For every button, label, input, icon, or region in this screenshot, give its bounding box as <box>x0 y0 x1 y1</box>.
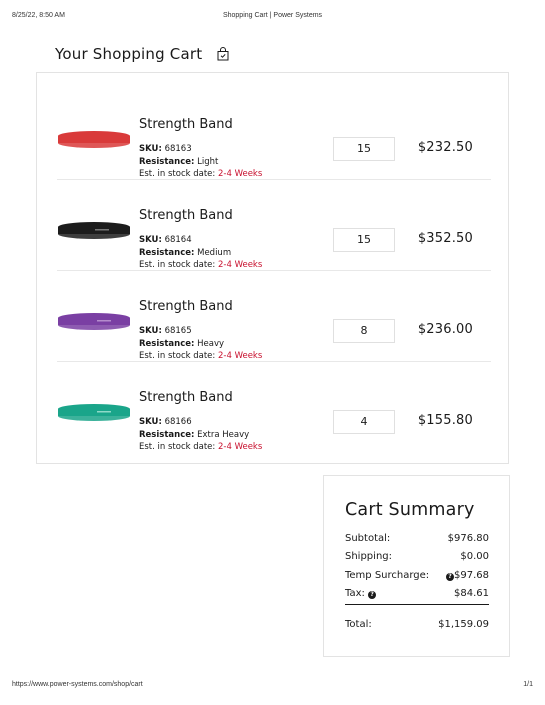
shipping-value: $0.00 <box>460 551 489 562</box>
item-name[interactable]: Strength Band <box>139 390 262 406</box>
item-info: Strength Band SKU: 68166 Resistance: Ext… <box>139 390 262 454</box>
subtotal-value: $976.80 <box>447 533 489 544</box>
item-resistance: Resistance: Extra Heavy <box>139 429 250 440</box>
item-price: $155.80 <box>417 413 473 428</box>
item-sku: SKU: 68165 <box>139 326 192 336</box>
print-footer: https://www.power-systems.com/shop/cart … <box>12 681 533 693</box>
cart-items-panel: Strength Band SKU: 68163 Resistance: Lig… <box>36 72 509 464</box>
summary-total-row: Total: $1,159.09 <box>345 619 489 633</box>
tax-value: $84.61 <box>454 588 489 599</box>
item-info: Strength Band SKU: 68165 Resistance: Hea… <box>139 299 262 363</box>
cart-check-icon <box>216 47 230 61</box>
item-info: Strength Band SKU: 68164 Resistance: Med… <box>139 208 262 272</box>
total-value: $1,159.09 <box>438 619 489 630</box>
cart-item: Strength Band SKU: 68163 Resistance: Lig… <box>57 89 491 180</box>
strength-band-image <box>58 404 130 421</box>
surcharge-value-wrap: ? $97.68 <box>446 570 489 581</box>
subtotal-label: Subtotal: <box>345 533 391 544</box>
item-sku: SKU: 68163 <box>139 144 192 154</box>
question-circle-icon[interactable]: ? <box>368 591 377 599</box>
item-price: $232.50 <box>417 140 473 155</box>
quantity-input[interactable]: 4 <box>333 410 395 434</box>
print-header: 8/25/22, 8:50 AM Shopping Cart | Power S… <box>12 12 533 24</box>
item-stock-date: Est. in stock date: 2-4 Weeks <box>139 169 263 179</box>
summary-tax-row: Tax: ? $84.61 <box>345 588 489 602</box>
item-price: $352.50 <box>417 231 473 246</box>
item-sku: SKU: 68164 <box>139 235 192 245</box>
item-price: $236.00 <box>417 322 473 337</box>
cart-item: Strength Band SKU: 68166 Resistance: Ext… <box>57 362 491 452</box>
item-resistance: Resistance: Light <box>139 156 219 167</box>
shipping-label: Shipping: <box>345 551 392 562</box>
item-resistance: Resistance: Heavy <box>139 338 224 349</box>
surcharge-label: Temp Surcharge: <box>345 570 430 581</box>
item-sku: SKU: 68166 <box>139 417 192 427</box>
cart-item: Strength Band SKU: 68164 Resistance: Med… <box>57 180 491 271</box>
summary-surcharge-row: Temp Surcharge: ? $97.68 <box>345 570 489 584</box>
strength-band-image <box>58 131 130 148</box>
item-name[interactable]: Strength Band <box>139 117 262 133</box>
print-page-title: Shopping Cart | Power Systems <box>222 12 323 19</box>
summary-title: Cart Summary <box>345 500 475 520</box>
item-name[interactable]: Strength Band <box>139 208 262 224</box>
quantity-input[interactable]: 8 <box>333 319 395 343</box>
tax-label: Tax: <box>345 588 365 599</box>
quantity-input[interactable]: 15 <box>333 228 395 252</box>
summary-divider <box>345 604 489 605</box>
item-resistance: Resistance: Medium <box>139 247 232 258</box>
summary-subtotal-row: Subtotal: $976.80 <box>345 533 489 547</box>
surcharge-value: $97.68 <box>454 570 489 581</box>
page-title: Your Shopping Cart <box>55 45 230 63</box>
print-page-count: 1/1 <box>523 681 533 688</box>
page-title-text: Your Shopping Cart <box>55 45 203 63</box>
item-info: Strength Band SKU: 68163 Resistance: Lig… <box>139 117 262 181</box>
strength-band-image <box>58 313 130 330</box>
item-name[interactable]: Strength Band <box>139 299 262 315</box>
cart-item: Strength Band SKU: 68165 Resistance: Hea… <box>57 271 491 362</box>
tax-label-wrap: Tax: ? <box>345 588 377 599</box>
total-label: Total: <box>345 619 372 630</box>
item-stock-date: Est. in stock date: 2-4 Weeks <box>139 351 263 361</box>
quantity-input[interactable]: 15 <box>333 137 395 161</box>
item-stock-date: Est. in stock date: 2-4 Weeks <box>139 442 263 452</box>
strength-band-image <box>58 222 130 239</box>
summary-shipping-row: Shipping: $0.00 <box>345 551 489 565</box>
print-url: https://www.power-systems.com/shop/cart <box>12 681 143 688</box>
cart-summary-panel: Cart Summary Subtotal: $976.80 Shipping:… <box>323 475 510 657</box>
question-circle-icon[interactable]: ? <box>446 573 454 581</box>
item-stock-date: Est. in stock date: 2-4 Weeks <box>139 260 263 270</box>
